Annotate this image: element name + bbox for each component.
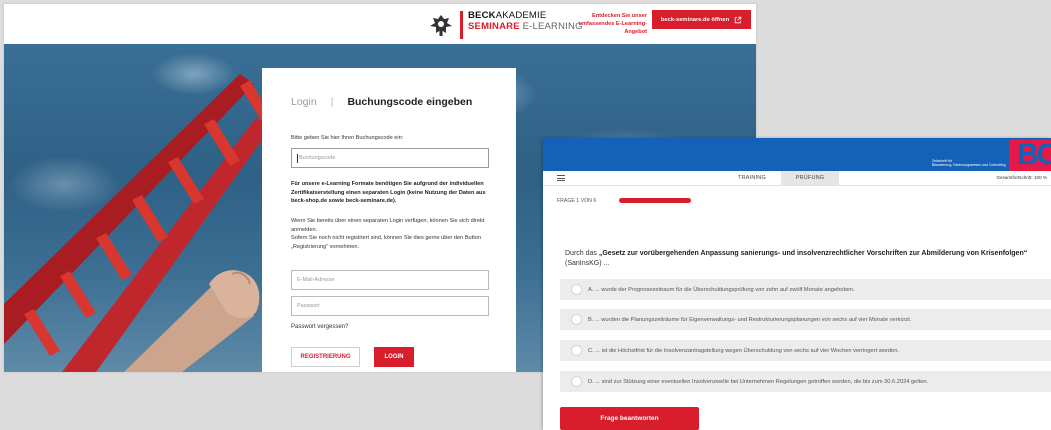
brand-seminare: SEMINARE <box>468 21 520 32</box>
bc-caption-line2: Bilanzierung, Rechnungswesen und Control… <box>932 163 1006 168</box>
open-beck-seminare-button[interactable]: beck-seminare.de öffnen <box>652 10 751 29</box>
text-cursor <box>297 153 298 163</box>
quiz-nav-bar: TRAINING PRÜFUNG Gesamtfortschritt: 100 … <box>543 171 1051 186</box>
question-counter: FRAGE 1 VON 6 <box>557 198 597 204</box>
eagle-emblem-icon <box>430 15 452 36</box>
open-beck-seminare-label: beck-seminare.de öffnen <box>660 16 730 23</box>
quiz-window: Zeitschrift für Bilanzierung, Rechnungsw… <box>543 138 1051 430</box>
answer-option-c[interactable]: C. ... ist die Höchstfrist für die Insol… <box>560 340 1051 361</box>
tab-pruefung[interactable]: PRÜFUNG <box>781 171 839 185</box>
promo-line2: umfassendes E-Learning-Angebot <box>578 21 647 35</box>
hamburger-menu-icon[interactable] <box>557 175 565 181</box>
question-suffix: (SanInsKG) ... <box>565 260 610 267</box>
radio-button[interactable] <box>571 345 582 356</box>
promo-text: Entdecken Sie unser umfassendes E-Learni… <box>559 12 647 36</box>
booking-code-input[interactable]: Buchungscode <box>291 148 489 168</box>
answer-question-button[interactable]: Frage beantworten <box>560 407 699 430</box>
radio-button[interactable] <box>571 284 582 295</box>
booking-code-placeholder: Buchungscode <box>299 155 336 161</box>
email-placeholder: E-Mail-Adresse <box>297 277 335 283</box>
register-button[interactable]: REGISTRIERUNG <box>291 347 360 367</box>
login-card: Login | Buchungscode eingeben Bitte gebe… <box>262 68 516 372</box>
external-link-icon <box>734 16 742 23</box>
brand-divider <box>460 11 463 39</box>
answer-text: A. ... wurde der Prognosezeitraum für di… <box>588 286 855 293</box>
answer-option-b[interactable]: B. ... wurden die Planungszeiträume für … <box>560 309 1051 330</box>
question-progress-bar <box>619 198 691 203</box>
login-button[interactable]: LOGIN <box>374 347 414 367</box>
separate-login-notice: Für unsere e-Learning Formate benötigen … <box>291 181 486 205</box>
bc-logo: BC <box>1009 140 1051 171</box>
question-prefix: Durch das <box>565 250 599 257</box>
answer-option-d[interactable]: D. ... sind zur Stützung einer eventuell… <box>560 371 1051 392</box>
registration-info: Sofern Sie noch nicht registriert sind, … <box>291 235 481 250</box>
answer-text: B. ... wurden die Planungszeiträume für … <box>588 316 912 323</box>
question-law-name: „Gesetz zur vorübergehenden Anpassung sa… <box>598 250 1028 257</box>
tab-booking-code[interactable]: Buchungscode eingeben <box>347 96 472 108</box>
question-text: Durch das „Gesetz zur vorübergehenden An… <box>565 249 1051 269</box>
brand-beck: BECK <box>468 10 496 21</box>
password-placeholder: Passwort <box>297 303 320 309</box>
tab-training[interactable]: TRAINING <box>730 171 774 185</box>
password-field[interactable]: Passwort <box>291 296 489 316</box>
bc-logo-caption: Zeitschrift für Bilanzierung, Rechnungsw… <box>932 159 1006 168</box>
promo-line1: Entdecken Sie unser <box>591 13 647 19</box>
answer-text: C. ... ist die Höchstfrist für die Insol… <box>588 347 899 354</box>
login-tabs: Login | Buchungscode eingeben <box>291 96 472 108</box>
login-header: BECKAKADEMIE SEMINARE E-LEARNING Entdeck… <box>4 4 756 44</box>
tab-separator: | <box>330 96 334 108</box>
answer-option-a[interactable]: A. ... wurde der Prognosezeitraum für di… <box>560 279 1051 300</box>
booking-code-prompt: Bitte geben Sie hier Ihren Buchungscode … <box>291 135 404 141</box>
overall-progress-text: Gesamtfortschritt: 100 % <box>996 175 1047 180</box>
radio-button[interactable] <box>571 376 582 387</box>
forgot-password-link[interactable]: Passwort vergessen? <box>291 324 348 330</box>
email-field[interactable]: E-Mail-Adresse <box>291 270 489 290</box>
tab-login[interactable]: Login <box>291 96 317 108</box>
answer-text: D. ... sind zur Stützung einer eventuell… <box>588 378 929 385</box>
brand-akademie: AKADEMIE <box>495 10 547 21</box>
bc-logo-letters: BC <box>1017 140 1051 171</box>
existing-login-info: Wenn Sie bereits über einen separaten Lo… <box>291 218 485 233</box>
quiz-header-bar: Zeitschrift für Bilanzierung, Rechnungsw… <box>543 138 1051 171</box>
radio-button[interactable] <box>571 314 582 325</box>
